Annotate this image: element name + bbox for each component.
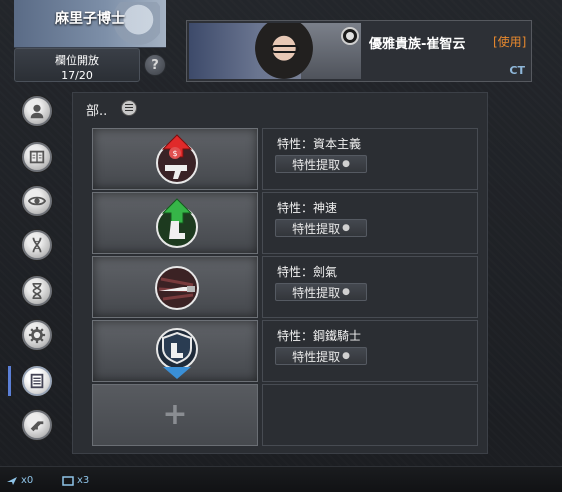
- extract-trait-button[interactable]: 特性提取 ●: [275, 283, 367, 301]
- in-use-badge: [使用]: [493, 35, 527, 49]
- trait-name: 特性：鋼鐵騎士: [277, 329, 362, 343]
- extract-trait-button[interactable]: 特性提取 ●: [275, 219, 367, 237]
- trait-name: 特性：劍氣: [277, 265, 338, 279]
- plane-icon: [7, 476, 17, 485]
- player-name: 麻里子博士: [55, 11, 125, 27]
- nav-eye-button[interactable]: [22, 186, 52, 216]
- trait-row: $ 特性：資本主義 特性提取 ●: [92, 128, 478, 190]
- extract-trait-button[interactable]: 特性提取 ●: [275, 347, 367, 365]
- slot-label: 欄位開放: [55, 54, 99, 67]
- eye-icon: [28, 196, 46, 206]
- trait-info: 特性：神速 特性提取 ●: [262, 192, 478, 254]
- capitalism-icon: $: [151, 133, 203, 187]
- nav-book-button[interactable]: [22, 142, 52, 172]
- radio-icon[interactable]: [341, 27, 359, 45]
- hourglass-icon: [32, 282, 42, 300]
- nav-hourglass-button[interactable]: [22, 276, 52, 306]
- status-item-2: x3: [62, 475, 89, 486]
- status-item-1: x0: [6, 475, 33, 486]
- section-title: 部..: [86, 104, 108, 119]
- player-name-tab: 麻里子博士: [14, 0, 166, 48]
- add-trait-slot[interactable]: +: [92, 384, 258, 446]
- sword-aura-icon: [151, 261, 203, 315]
- slot-status-box: 欄位開放 17/20: [14, 48, 140, 82]
- slot-count: 17/20: [61, 69, 93, 82]
- empty-trait-info: [262, 384, 478, 446]
- dna-icon: [32, 237, 42, 253]
- nav-gun-button[interactable]: [22, 410, 52, 440]
- card-icon: [62, 475, 74, 486]
- nav-profile-button[interactable]: [22, 96, 52, 126]
- status-bar: x0 x3: [0, 466, 562, 492]
- character-name: 優雅貴族-崔智云: [369, 37, 466, 52]
- nav-active-marker: [8, 366, 11, 396]
- trait-name: 特性：資本主義: [277, 137, 362, 151]
- trait-row: 特性：神速 特性提取 ●: [92, 192, 478, 254]
- character-card[interactable]: 優雅貴族-崔智云 [使用] CT: [186, 20, 532, 82]
- trait-row: 特性：鋼鐵騎士 特性提取 ●: [92, 320, 478, 382]
- nav-list-button[interactable]: [22, 366, 52, 396]
- svg-text:$: $: [172, 149, 177, 158]
- gear-icon: [28, 326, 46, 344]
- plus-icon: +: [162, 397, 188, 432]
- section-list-icon[interactable]: [121, 100, 137, 116]
- nav-dna-button[interactable]: [22, 230, 52, 260]
- extract-trait-button[interactable]: 特性提取 ●: [275, 155, 367, 173]
- trait-info: 特性：資本主義 特性提取 ●: [262, 128, 478, 190]
- trait-icon-slot[interactable]: [92, 192, 258, 254]
- trait-icon-slot[interactable]: [92, 320, 258, 382]
- iron-knight-icon: [151, 325, 203, 379]
- profile-icon: [30, 104, 44, 119]
- team-tag: CT: [509, 64, 525, 77]
- list-icon: [30, 373, 44, 389]
- character-portrait: [189, 23, 361, 79]
- nav-gear-button[interactable]: [22, 320, 52, 350]
- swift-icon: [151, 197, 203, 251]
- trait-info: 特性：鋼鐵騎士 特性提取 ●: [262, 320, 478, 382]
- trait-icon-slot[interactable]: [92, 256, 258, 318]
- help-button[interactable]: ?: [144, 54, 166, 76]
- trait-info: 特性：劍氣 特性提取 ●: [262, 256, 478, 318]
- book-icon: [29, 150, 45, 164]
- trait-icon-slot[interactable]: $: [92, 128, 258, 190]
- trait-name: 特性：神速: [277, 201, 338, 215]
- gun-icon: [30, 421, 44, 432]
- trait-row: 特性：劍氣 特性提取 ●: [92, 256, 478, 318]
